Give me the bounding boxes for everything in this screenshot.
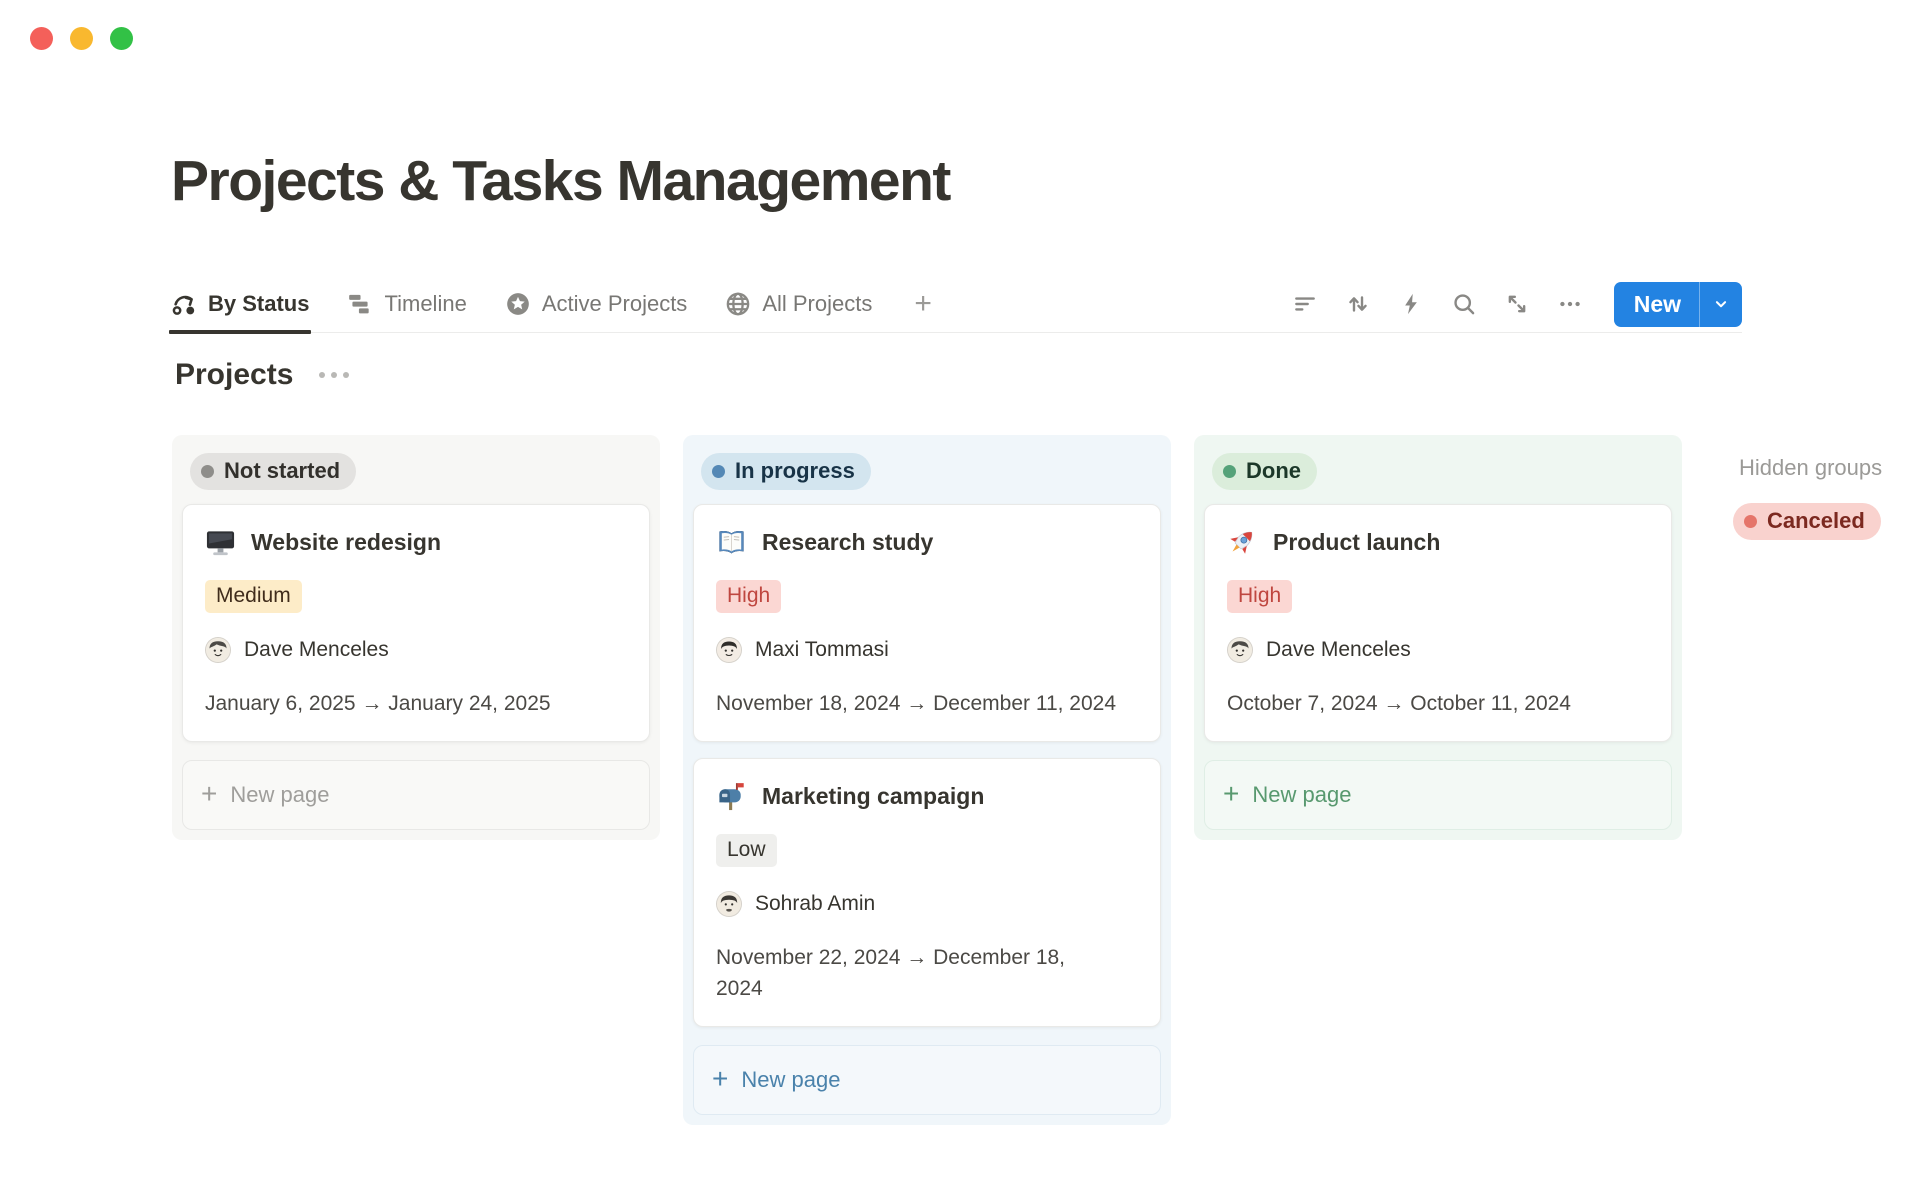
column-not-started: Not started Website redesign Medium xyxy=(172,435,660,840)
status-dot-icon xyxy=(1744,515,1757,528)
search-icon[interactable] xyxy=(1451,291,1477,317)
card-product-launch[interactable]: Product launch High Dave Menceles Octobe… xyxy=(1204,504,1672,742)
kanban-board: Not started Website redesign Medium xyxy=(172,435,1920,1125)
tab-by-status[interactable]: By Status xyxy=(171,276,309,332)
column-header: Not started xyxy=(182,445,650,504)
status-dot-icon xyxy=(712,465,725,478)
status-dot-icon xyxy=(201,465,214,478)
assignee-name: Dave Menceles xyxy=(244,638,389,662)
avatar xyxy=(716,637,742,663)
card-title: Website redesign xyxy=(251,529,441,556)
status-badge[interactable]: Not started xyxy=(190,453,356,490)
tab-active-projects[interactable]: Active Projects xyxy=(505,276,688,332)
card-research-study[interactable]: Research study High Maxi Tommasi Novembe… xyxy=(693,504,1161,742)
status-badge[interactable]: In progress xyxy=(701,453,871,490)
page-title: Projects & Tasks Management xyxy=(171,148,950,214)
zoom-button[interactable] xyxy=(110,27,133,50)
view-tabs: By Status Timeline Active Projects xyxy=(171,276,936,332)
add-view-button[interactable]: + xyxy=(910,289,936,319)
avatar xyxy=(1227,637,1253,663)
plus-icon: + xyxy=(201,780,217,808)
new-button-label[interactable]: New xyxy=(1614,282,1699,327)
more-icon[interactable] xyxy=(1557,291,1583,317)
minimize-button[interactable] xyxy=(70,27,93,50)
timeline-view-icon xyxy=(347,291,373,317)
filter-icon[interactable] xyxy=(1292,291,1318,317)
date-range: October 7, 2024 → October 11, 2024 xyxy=(1227,689,1649,719)
status-badge[interactable]: Done xyxy=(1212,453,1317,490)
chevron-down-icon xyxy=(1712,295,1730,313)
star-circle-icon xyxy=(505,291,531,317)
status-view-icon xyxy=(171,291,197,317)
section-title: Projects xyxy=(175,358,293,392)
hidden-groups: Hidden groups Canceled xyxy=(1705,435,1920,540)
avatar xyxy=(205,637,231,663)
desktop-computer-icon xyxy=(205,527,236,558)
assignee-name: Sohrab Amin xyxy=(755,892,875,916)
plus-icon: + xyxy=(1223,780,1239,808)
section-more-icon[interactable] xyxy=(319,372,349,378)
priority-badge: High xyxy=(1227,580,1292,613)
open-book-icon xyxy=(716,527,747,558)
automation-icon[interactable] xyxy=(1398,291,1424,317)
view-toolbar: New xyxy=(1292,282,1742,327)
avatar xyxy=(716,891,742,917)
window-controls xyxy=(30,27,133,50)
rocket-icon xyxy=(1227,527,1258,558)
globe-icon xyxy=(725,291,751,317)
tab-label: Timeline xyxy=(384,291,466,317)
assignee-name: Maxi Tommasi xyxy=(755,638,889,662)
date-range: January 6, 2025 → January 24, 2025 xyxy=(205,689,627,719)
tab-label: Active Projects xyxy=(542,291,688,317)
status-badge-canceled[interactable]: Canceled xyxy=(1733,503,1881,540)
column-in-progress: In progress Research study High xyxy=(683,435,1171,1125)
status-dot-icon xyxy=(1223,465,1236,478)
new-button-dropdown[interactable] xyxy=(1700,282,1742,327)
new-page-button[interactable]: + New page xyxy=(182,760,650,830)
section-header: Projects xyxy=(175,358,349,392)
sort-icon[interactable] xyxy=(1345,291,1371,317)
column-header: In progress xyxy=(693,445,1161,504)
card-title: Product launch xyxy=(1273,529,1440,556)
new-button[interactable]: New xyxy=(1614,282,1742,327)
view-bar: By Status Timeline Active Projects xyxy=(171,276,1742,333)
column-header: Done xyxy=(1204,445,1672,504)
new-page-button[interactable]: + New page xyxy=(693,1045,1161,1115)
card-marketing-campaign[interactable]: Marketing campaign Low Sohrab Amin Novem… xyxy=(693,758,1161,1027)
tab-all-projects[interactable]: All Projects xyxy=(725,276,872,332)
tab-label: All Projects xyxy=(762,291,872,317)
mailbox-icon xyxy=(716,781,747,812)
card-website-redesign[interactable]: Website redesign Medium Dave Menceles Ja… xyxy=(182,504,650,742)
tab-timeline[interactable]: Timeline xyxy=(347,276,466,332)
expand-icon[interactable] xyxy=(1504,291,1530,317)
new-page-button[interactable]: + New page xyxy=(1204,760,1672,830)
priority-badge: Low xyxy=(716,834,777,867)
card-title: Marketing campaign xyxy=(762,783,984,810)
plus-icon: + xyxy=(712,1065,728,1093)
card-title: Research study xyxy=(762,529,933,556)
date-range: November 18, 2024 → December 11, 2024 xyxy=(716,689,1138,719)
hidden-groups-label[interactable]: Hidden groups xyxy=(1739,455,1920,481)
column-done: Done Product launch High xyxy=(1194,435,1682,840)
close-button[interactable] xyxy=(30,27,53,50)
date-range: November 22, 2024 → December 18, 2024 xyxy=(716,943,1084,1004)
assignee-name: Dave Menceles xyxy=(1266,638,1411,662)
tab-label: By Status xyxy=(208,291,309,317)
priority-badge: High xyxy=(716,580,781,613)
priority-badge: Medium xyxy=(205,580,302,613)
